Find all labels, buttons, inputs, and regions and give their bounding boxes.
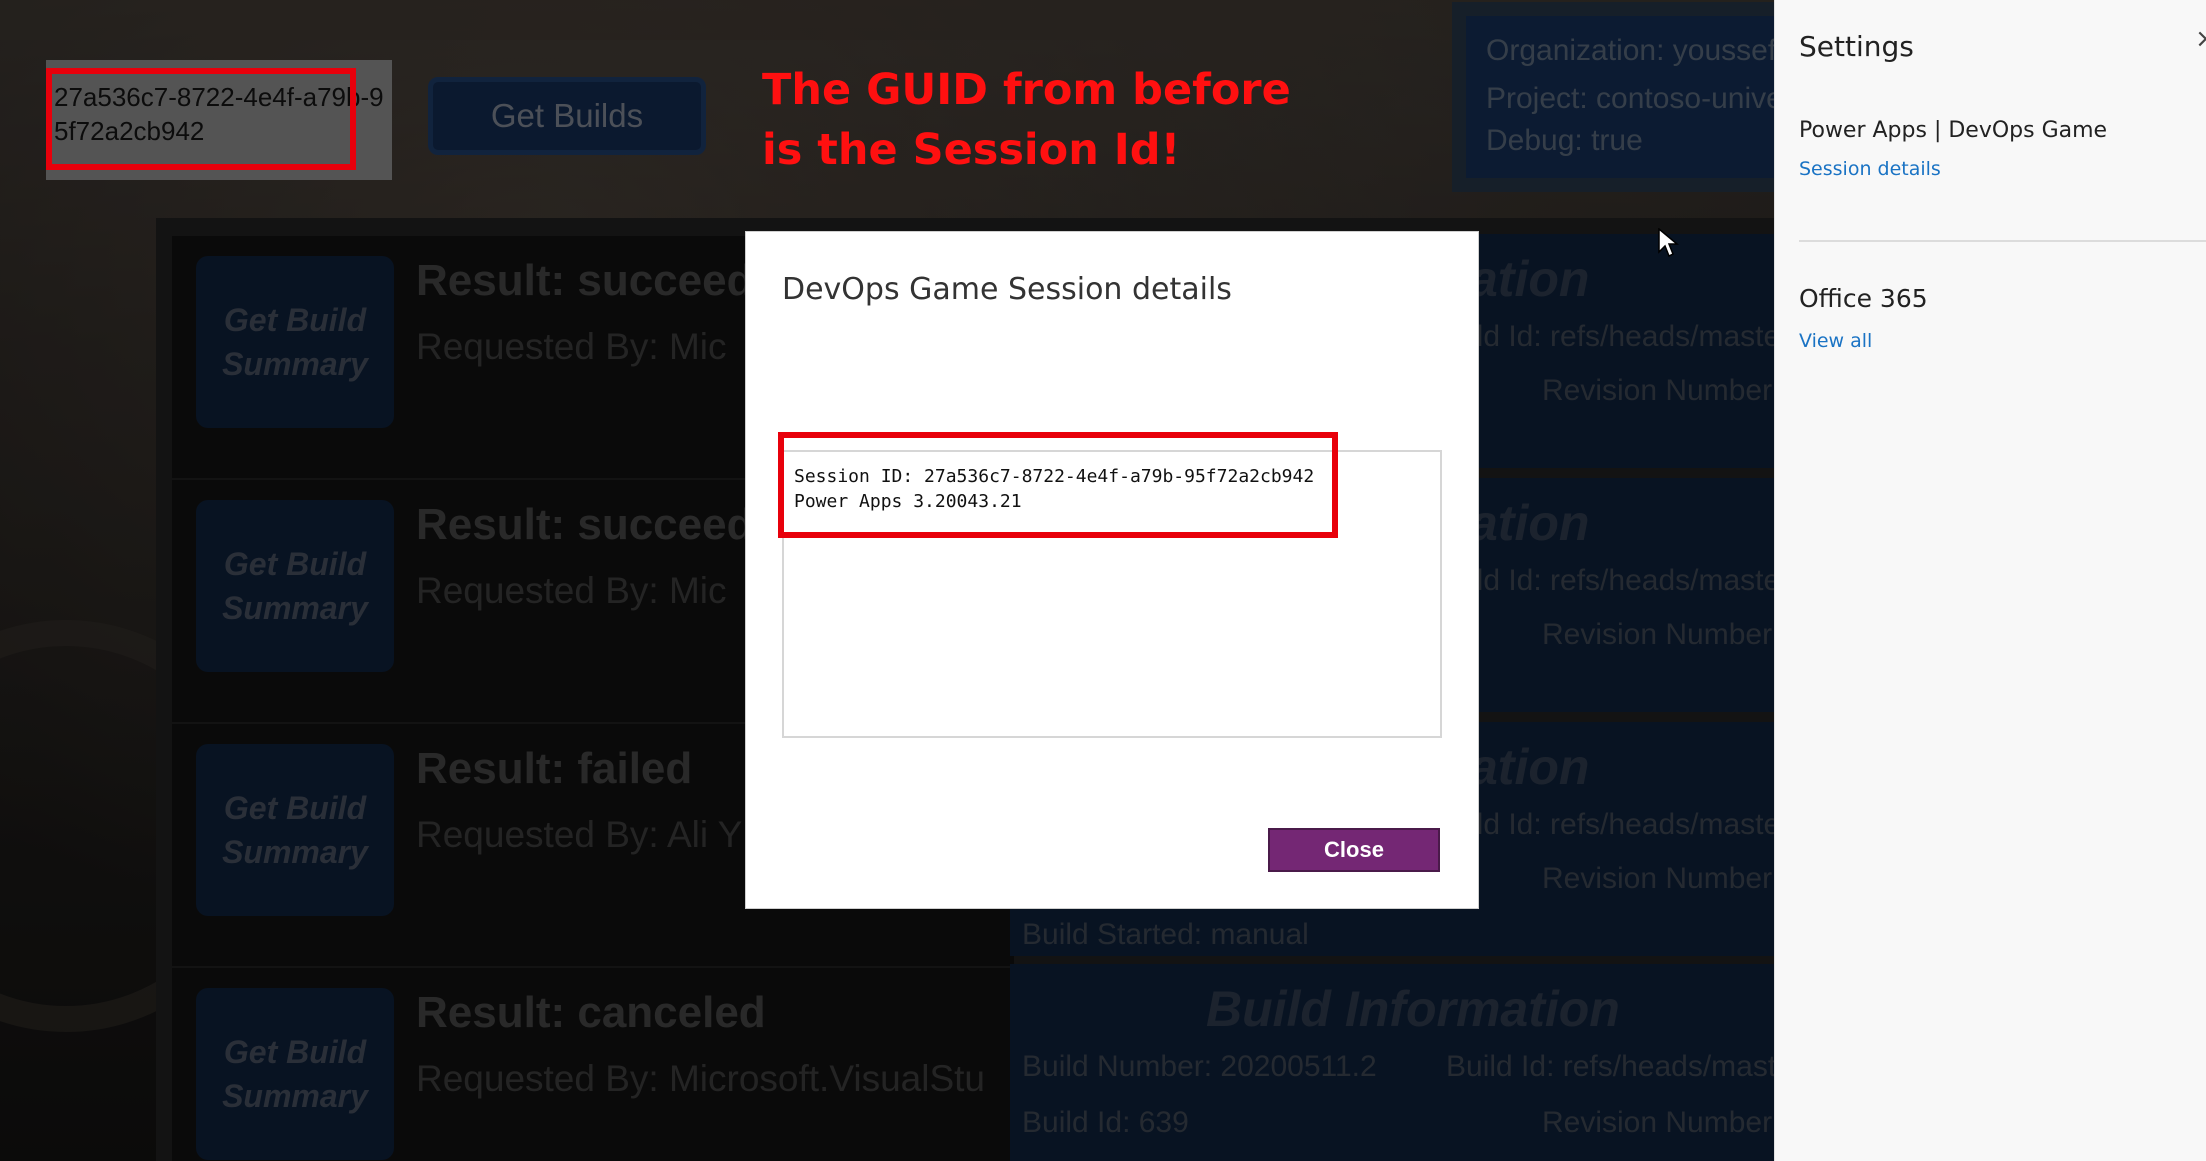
settings-panel: Settings × Power Apps | DevOps Game Sess… [1774, 0, 2206, 1161]
session-details-link[interactable]: Session details [1799, 158, 1941, 180]
callout-line: is the Session Id! [762, 125, 1181, 175]
guid-highlight-outline [46, 68, 356, 170]
annotation-callout: The GUID from before is the Session Id! [762, 60, 1291, 180]
settings-title: Settings [1799, 30, 1914, 63]
app-name-line: Power Apps | DevOps Game [1799, 118, 2108, 143]
dialog-title: DevOps Game Session details [782, 272, 1232, 307]
view-all-link[interactable]: View all [1799, 330, 1872, 352]
session-details-dialog: DevOps Game Session details Session ID: … [746, 232, 1478, 908]
office-365-heading: Office 365 [1799, 284, 1928, 313]
close-button[interactable]: Close [1268, 828, 1440, 872]
divider [1799, 240, 2206, 242]
session-id-highlight-outline [778, 432, 1338, 538]
callout-line: The GUID from before [762, 65, 1291, 115]
close-icon[interactable]: × [2195, 24, 2206, 54]
mouse-cursor-icon [1658, 228, 1680, 258]
